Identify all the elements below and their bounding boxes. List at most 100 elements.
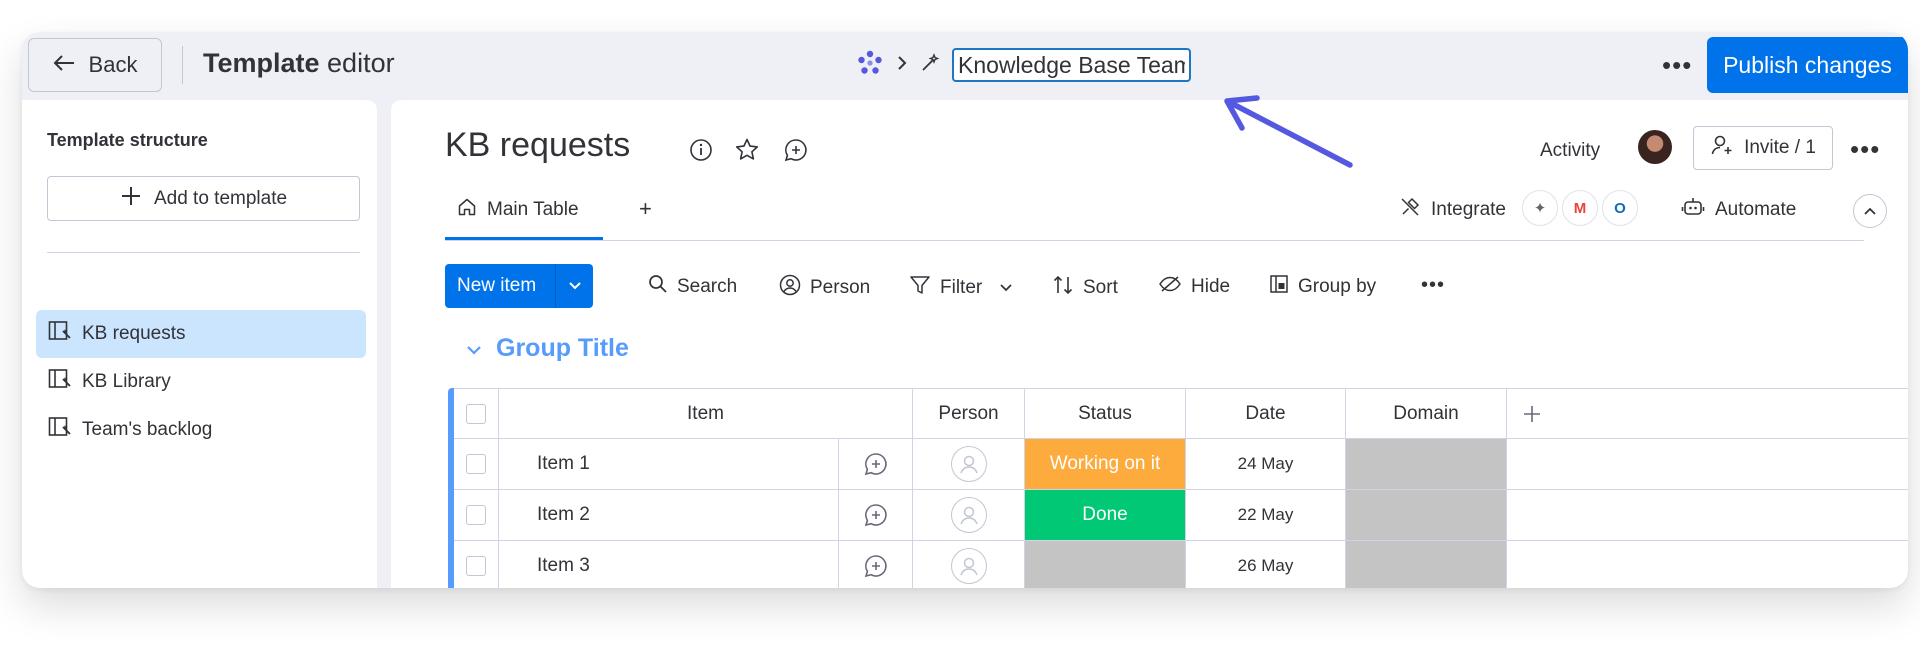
tab-main-table[interactable]: Main Table (445, 190, 591, 230)
publish-changes-button[interactable]: Publish changes (1707, 37, 1908, 93)
sidebar-item-kb-requests[interactable]: KB requests (36, 310, 366, 358)
person-cell[interactable] (913, 439, 1025, 489)
column-header-status[interactable]: Status (1025, 389, 1186, 438)
search-button[interactable]: Search (648, 274, 737, 300)
row-checkbox[interactable] (466, 454, 486, 474)
sidebar-item-teams-backlog[interactable]: Team's backlog (36, 406, 366, 454)
monday-logo-icon[interactable] (856, 49, 884, 82)
person-filter-button[interactable]: Person (779, 274, 870, 302)
search-icon (648, 274, 668, 300)
add-update-icon (864, 504, 887, 527)
add-update-icon (864, 453, 887, 476)
empty-person-avatar (950, 548, 987, 584)
domain-cell[interactable] (1346, 541, 1507, 588)
domain-cell[interactable] (1346, 439, 1507, 489)
gmail-icon: M (1562, 190, 1598, 226)
more-options-icon[interactable]: ••• (1662, 50, 1692, 81)
status-cell[interactable]: Working on it (1025, 439, 1186, 489)
row-checkbox[interactable] (466, 556, 486, 576)
board-more-icon[interactable]: ••• (1850, 134, 1880, 165)
eye-hidden-icon (1158, 274, 1182, 300)
template-name-input[interactable] (952, 48, 1191, 82)
person-cell[interactable] (913, 541, 1025, 588)
empty-cell (1507, 541, 1557, 588)
magic-wand-icon (920, 52, 940, 78)
board-panel: KB requests Activity Invite / 1 ••• Main… (391, 100, 1908, 588)
column-header-person[interactable]: Person (913, 389, 1025, 438)
hide-button[interactable]: Hide (1158, 274, 1230, 300)
select-all-checkbox[interactable] (466, 403, 486, 424)
search-label: Search (677, 276, 738, 297)
empty-cell (1507, 439, 1557, 489)
annotation-arrow-icon (1224, 95, 1353, 168)
table-row[interactable]: Item 3 26 May (454, 541, 1908, 588)
add-to-template-button[interactable]: Add to template (47, 176, 360, 221)
filter-button[interactable]: Filter (909, 274, 1013, 302)
page-title: Template editor (203, 48, 395, 78)
group-by-button[interactable]: Group by (1269, 274, 1376, 300)
avatar[interactable] (1638, 130, 1672, 164)
sort-icon (1052, 274, 1074, 302)
filter-label: Filter (940, 277, 983, 298)
add-update-icon (864, 555, 887, 578)
item-name-cell[interactable]: Item 1 (499, 439, 839, 489)
info-icon[interactable] (689, 138, 713, 162)
new-item-button[interactable]: New item (445, 264, 593, 308)
status-cell[interactable]: Done (1025, 490, 1186, 540)
table-row[interactable]: Item 1 Working on it 24 May (454, 439, 1908, 490)
table-row[interactable]: Item 2 Done 22 May (454, 490, 1908, 541)
row-select-cell (454, 490, 499, 540)
app-window: Back Template editor ••• Publish changes… (22, 32, 1908, 588)
date-cell[interactable]: 26 May (1186, 541, 1346, 588)
group-title[interactable]: Group Title (496, 334, 629, 363)
item-updates-cell[interactable] (839, 490, 913, 540)
item-updates-cell[interactable] (839, 439, 913, 489)
add-view-icon[interactable]: + (639, 196, 652, 222)
domain-cell[interactable] (1346, 490, 1507, 540)
tab-label: Main Table (487, 199, 579, 220)
chevron-down-icon (568, 282, 581, 290)
sidebar-item-label: Team's backlog (82, 419, 213, 440)
item-name-cell[interactable]: Item 3 (499, 541, 839, 588)
integration-apps[interactable]: ✦ M O (1522, 190, 1638, 226)
add-column-button[interactable] (1507, 389, 1557, 438)
date-cell[interactable]: 22 May (1186, 490, 1346, 540)
item-name-cell[interactable]: Item 2 (499, 490, 839, 540)
back-button[interactable]: Back (28, 38, 162, 92)
new-item-dropdown[interactable] (556, 281, 593, 291)
integrate-button[interactable]: Integrate (1399, 196, 1506, 224)
table-header-row: Item Person Status Date Domain (454, 388, 1908, 439)
home-icon (457, 197, 477, 223)
row-checkbox[interactable] (466, 505, 486, 525)
invite-button[interactable]: Invite / 1 (1693, 126, 1833, 170)
person-cell[interactable] (913, 490, 1025, 540)
board-template-icon (48, 416, 72, 444)
status-cell[interactable] (1025, 541, 1186, 588)
sort-button[interactable]: Sort (1052, 274, 1118, 302)
chevron-up-icon (1864, 207, 1876, 215)
sidebar-item-kb-library[interactable]: KB Library (36, 358, 366, 406)
outlook-icon: O (1602, 190, 1638, 226)
group-header[interactable]: Group Title (466, 334, 629, 363)
collapse-header-button[interactable] (1853, 194, 1887, 228)
person-label: Person (810, 277, 871, 298)
star-icon[interactable] (734, 137, 760, 163)
item-updates-cell[interactable] (839, 541, 913, 588)
date-cell[interactable]: 24 May (1186, 439, 1346, 489)
updates-icon[interactable] (783, 137, 809, 163)
automate-button[interactable]: Automate (1681, 196, 1796, 224)
chevron-down-icon[interactable] (466, 334, 482, 363)
hide-label: Hide (1191, 276, 1231, 297)
empty-person-avatar (950, 446, 987, 482)
board-title[interactable]: KB requests (445, 126, 630, 165)
chevron-down-icon[interactable] (999, 277, 1013, 299)
activity-button[interactable]: Activity (1540, 140, 1600, 162)
column-header-domain[interactable]: Domain (1346, 389, 1507, 438)
sidebar-divider (47, 252, 360, 253)
row-select-cell (454, 541, 499, 588)
robot-icon (1681, 196, 1705, 224)
toolbar-more-icon[interactable]: ••• (1421, 274, 1445, 297)
column-header-item[interactable]: Item (499, 389, 913, 438)
automate-label: Automate (1715, 199, 1797, 220)
column-header-date[interactable]: Date (1186, 389, 1346, 438)
